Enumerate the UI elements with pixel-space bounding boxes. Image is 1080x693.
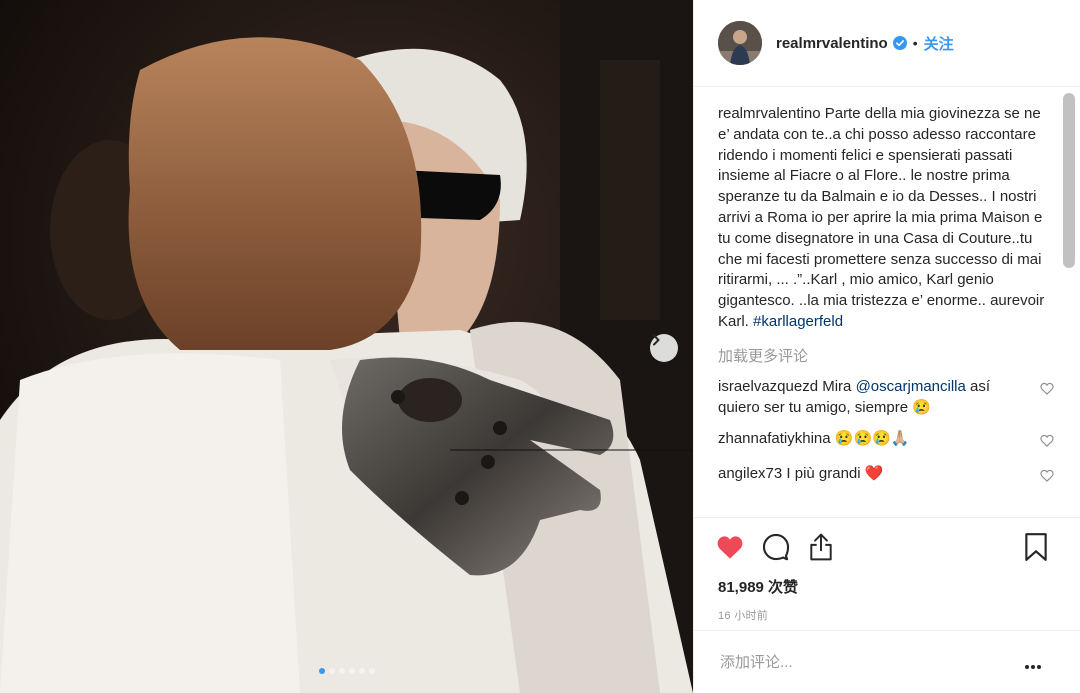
- comment-item: zhannafatiykhina 😢😢😢🙏🏼: [718, 428, 1054, 453]
- post-actions: 81,989 次赞 16 小时前: [694, 517, 1080, 623]
- carousel-dot: [348, 668, 355, 674]
- action-icons-row: [694, 518, 1080, 576]
- more-options-icon[interactable]: [1024, 657, 1042, 675]
- post-photo[interactable]: [0, 0, 693, 693]
- post-details-panel: realmrvalentino • 关注 realmrvalentino Par…: [693, 0, 1080, 693]
- comment-text: Mira: [822, 377, 856, 395]
- comment-icon[interactable]: [762, 533, 790, 561]
- like-comment-heart-icon[interactable]: [1040, 432, 1054, 453]
- bookmark-icon[interactable]: [1024, 532, 1048, 567]
- comments-scrollbar[interactable]: [1063, 93, 1075, 268]
- verified-badge-icon: [892, 36, 907, 50]
- comment-username[interactable]: zhannafatiykhina: [718, 430, 831, 447]
- comment-text: 😢😢😢🙏🏼: [834, 429, 910, 447]
- comment-item: israelvazquezd Mira @oscarjmancilla así …: [718, 376, 1054, 418]
- avatar[interactable]: [718, 21, 762, 65]
- caption-username[interactable]: realmrvalentino: [718, 105, 821, 122]
- header-separator: •: [912, 35, 918, 51]
- next-photo-button[interactable]: [650, 334, 678, 362]
- post-timestamp[interactable]: 16 小时前: [694, 607, 1080, 623]
- share-icon[interactable]: [808, 533, 834, 561]
- like-count[interactable]: 81,989 次赞: [694, 576, 1080, 597]
- carousel-dot: [368, 668, 375, 674]
- carousel-dot-active: [318, 668, 325, 674]
- avatar-image: [718, 21, 762, 65]
- comments-list[interactable]: realmrvalentino Parte della mia giovinez…: [694, 88, 1066, 516]
- caption-text: Parte della mia giovinezza se ne e’ anda…: [718, 105, 1045, 330]
- follow-button[interactable]: 关注: [924, 33, 954, 54]
- comment-username[interactable]: israelvazquezd: [718, 378, 818, 395]
- header-username[interactable]: realmrvalentino: [776, 35, 888, 52]
- load-more-comments-button[interactable]: 加载更多评论: [718, 345, 1054, 366]
- caption-hashtag[interactable]: #karllagerfeld: [753, 313, 843, 330]
- comment-input[interactable]: [718, 652, 1002, 672]
- chevron-right-icon: [653, 334, 660, 346]
- carousel-dot: [338, 668, 345, 674]
- comment-text: I più grandi ❤️: [786, 464, 884, 482]
- carousel-dot: [358, 668, 365, 674]
- caption: realmrvalentino Parte della mia giovinez…: [718, 104, 1054, 333]
- carousel-indicator: [0, 668, 693, 674]
- heart-icon[interactable]: [716, 534, 744, 560]
- post-header: realmrvalentino • 关注: [694, 0, 1080, 87]
- photo-illustration: [0, 0, 693, 693]
- carousel-dot: [328, 668, 335, 674]
- comment-item: angilex73 I più grandi ❤️: [718, 463, 1054, 488]
- like-comment-heart-icon[interactable]: [1040, 467, 1054, 488]
- like-comment-heart-icon[interactable]: [1040, 380, 1054, 401]
- add-comment-bar: [694, 630, 1080, 693]
- instagram-post: realmrvalentino • 关注 realmrvalentino Par…: [0, 0, 1080, 693]
- comment-mention[interactable]: @oscarjmancilla: [856, 378, 966, 395]
- comment-username[interactable]: angilex73: [718, 465, 782, 482]
